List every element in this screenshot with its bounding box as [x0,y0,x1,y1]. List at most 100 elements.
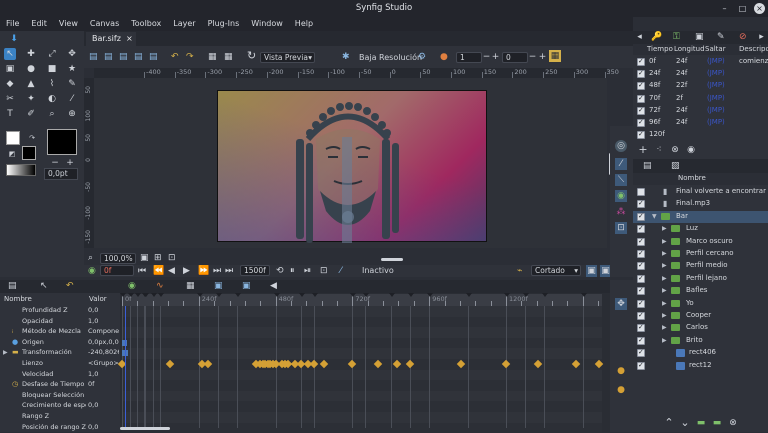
fill-tool-icon[interactable]: ◐ [46,93,58,105]
fill-color-swatch[interactable] [22,146,36,160]
keyframe-time[interactable]: 48f [649,80,660,91]
keyframes-tab-icon[interactable]: ⚿ [673,31,680,43]
timetrack-tab-icon[interactable]: ◉ [128,280,136,292]
polygon-tool-icon[interactable]: ▲ [25,78,37,90]
param-row[interactable]: ▶ ▬Transformación -240,80268 [0,347,120,358]
menu-layer[interactable]: Layer [167,17,201,31]
keyframe-active-checkbox[interactable] [637,130,645,140]
layer-row[interactable]: ▶ Luz [633,223,768,235]
keyframe-time[interactable]: 120f [649,129,665,140]
new-file-icon[interactable]: ▤ [89,51,98,63]
keyframe-time[interactable]: 24f [649,68,660,79]
layer-row[interactable]: ▶ Perfil medio [633,260,768,272]
timetrack-scrollbar[interactable] [120,427,170,430]
prev-keyframe-icon[interactable]: ⏪ [153,265,164,277]
param-row[interactable]: Lienzo <Grupo> [0,358,120,369]
keyframe-row[interactable]: 0f 24f (JMP) comienzo [633,56,768,68]
raise-layer-icon[interactable]: ⌃ [663,417,675,429]
delete-layer-icon[interactable]: ⊗ [727,417,739,429]
prev-frame-icon[interactable]: ◀ [168,265,175,277]
lock-tab-icon[interactable]: ▣ [242,280,251,292]
layer-row[interactable]: ▮ Final.mp3 [633,198,768,210]
expander-icon[interactable]: ▶ [662,238,667,245]
onion-past-plus-icon[interactable]: + [491,51,500,63]
layer-name[interactable]: Brito [686,335,703,346]
tangent-toggle-icon[interactable]: ⁂ [615,206,627,218]
preview-mode-select[interactable]: Vista Previa ▾ [260,52,315,63]
star-tool-icon[interactable]: ★ [66,63,78,75]
param-value[interactable]: 0,0 [88,422,119,432]
keyframe-marker[interactable] [312,293,318,297]
keyframe-active-checkbox[interactable] [637,106,645,115]
layer-name[interactable]: Cooper [686,310,711,321]
bounds-end-icon[interactable]: ⏯ [304,265,311,277]
duplicate-keyframe-icon[interactable]: ⁖ [653,144,665,156]
layer-visibility-checkbox[interactable] [637,237,645,246]
width-tool-icon[interactable]: ✦ [25,93,37,105]
circle-tool-icon[interactable]: ● [25,63,37,75]
keyframe-marker[interactable] [158,293,165,297]
seek-begin-icon[interactable]: ⏮ [138,265,146,277]
zoom-out-icon[interactable]: ▣ [140,252,149,264]
canvas-frame[interactable] [217,90,487,243]
open-file-icon[interactable]: ▤ [104,51,113,63]
eyedrop-tool-icon[interactable]: ⁄ [66,93,78,105]
refresh-icon[interactable]: ↻ [247,50,256,62]
keyframe-jump[interactable]: (JMP) [707,56,725,67]
layer-visibility-checkbox[interactable] [637,249,645,258]
param-value[interactable] [88,411,119,422]
pick-color-icon[interactable]: ⁄ [340,265,342,277]
keyframe-active-checkbox[interactable] [637,81,645,91]
expander-icon[interactable]: ▶ [662,275,667,282]
onion-future-field[interactable]: 0 [502,52,528,63]
ungroup-layer-icon[interactable]: ▬ [711,417,723,429]
sound-tab-icon[interactable]: ⊘ [739,31,747,43]
param-value[interactable]: Componer [88,326,119,337]
fill-color-preview[interactable] [47,129,77,155]
keyframe-jump[interactable]: (JMP) [707,68,725,79]
redo-icon[interactable]: ↷ [186,51,194,63]
keyframe-marker[interactable] [196,293,203,297]
save-icon[interactable]: ▤ [119,51,128,63]
text-tool-icon[interactable]: T [4,108,16,120]
brush-tool-icon[interactable]: ⌕ [46,108,58,120]
transform-tab-icon[interactable]: ↖ [40,280,48,292]
param-value[interactable]: 0,0 [88,400,119,411]
param-row[interactable]: Profundidad Z 0,0 [0,305,120,316]
keyframe-marker[interactable] [150,293,157,297]
loop-icon[interactable]: ⟲ [276,265,284,277]
keyframe-jump[interactable]: (JMP) [707,93,725,104]
layer-visibility-checkbox[interactable] [637,336,645,345]
undo-icon[interactable]: ↶ [171,51,179,63]
layer-visibility-checkbox[interactable] [637,188,645,196]
keyframe-row[interactable]: 72f 24f (JMP) [633,105,768,117]
quality-icon[interactable]: ✱ [342,51,350,63]
layer-visibility-checkbox[interactable] [637,348,645,358]
scroll-left-icon[interactable]: ◂ [635,31,644,43]
keyframe-time[interactable]: 70f [649,93,660,104]
layer-visibility-checkbox[interactable] [637,199,645,209]
next-keyframe-icon[interactable]: ⏭ [213,265,221,277]
expander-icon[interactable]: ▶ [662,287,667,294]
zoom-fit-icon[interactable]: ⊡ [168,252,176,264]
animation-mode-icon[interactable]: ◉ [88,265,96,277]
group-layer-icon[interactable]: ▬ [695,417,707,429]
minimize-icon[interactable]: – [719,3,730,14]
keyframe-length[interactable]: 24f [676,56,687,67]
reset-colors-icon[interactable]: ◩ [6,148,18,160]
layer-name[interactable]: rect406 [689,347,716,358]
transform-tool-icon[interactable]: ↖ [4,48,16,60]
layer-row[interactable]: ▶ Carlos [633,322,768,334]
param-row[interactable]: Opacidad 1,0 [0,316,120,327]
col-length[interactable]: Longitud [674,44,705,55]
low-res-toggle-icon[interactable]: ⚙ [418,51,426,63]
col-time[interactable]: Tiempo [647,44,673,55]
keyframe-jump[interactable]: (JMP) [707,117,725,128]
sound-panel-tab-icon[interactable]: ◀ [270,280,277,292]
keyframe-jump[interactable]: (JMP) [707,80,725,91]
sets-tab-icon[interactable]: ▨ [671,160,680,172]
param-row[interactable]: Posición de rango Z 0,0 [0,422,120,432]
keyframe-length[interactable]: 24f [676,117,687,128]
layer-name[interactable]: Marco oscuro [686,236,733,247]
current-frame-field[interactable]: 0f [100,265,134,276]
